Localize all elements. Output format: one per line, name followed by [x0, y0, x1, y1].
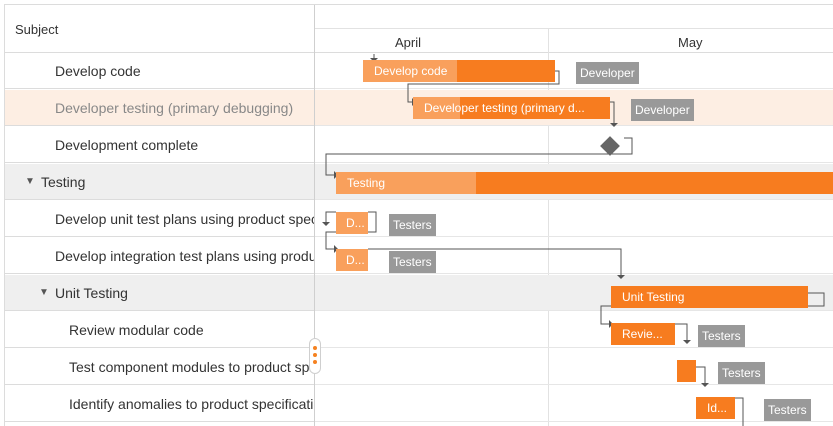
task-subject: Testing — [41, 174, 86, 190]
task-bar[interactable]: D... — [336, 212, 368, 234]
task-bar-label: D... — [346, 216, 365, 230]
task-bar[interactable] — [677, 360, 696, 382]
summary-bar[interactable]: Unit Testing — [611, 286, 808, 308]
task-bar[interactable]: Id... — [696, 397, 735, 419]
summary-row[interactable]: ▼ Unit Testing — [5, 275, 315, 311]
task-grid: Subject Develop code Developer testing (… — [5, 5, 315, 426]
gantt-widget: Subject Develop code Developer testing (… — [4, 4, 833, 426]
task-row-selected[interactable]: Developer testing (primary debugging) — [5, 90, 315, 126]
summary-row[interactable]: ▼ Testing — [5, 164, 315, 200]
task-row[interactable]: Development complete — [5, 127, 315, 163]
resource-label: Developer — [631, 99, 694, 121]
task-bar-label: Develop code — [374, 64, 448, 78]
grid-header: Subject — [5, 5, 315, 53]
task-subject: Test component modules to product specif… — [69, 359, 315, 375]
resource-label: Developer — [576, 62, 639, 84]
task-bar-label: Testing — [347, 176, 386, 190]
resource-label: Testers — [389, 214, 436, 236]
task-subject: Develop code — [55, 63, 141, 79]
task-bar[interactable]: Develop code — [363, 60, 555, 82]
gantt-chart-area: April May Develop code Developer Develop… — [315, 5, 833, 426]
task-subject: Identify anomalies to product specificat… — [69, 396, 315, 412]
task-row[interactable]: Review modular code — [5, 312, 315, 348]
summary-bar[interactable]: Testing — [336, 172, 833, 194]
resource-label: Testers — [698, 325, 745, 347]
task-bar[interactable]: D... — [336, 249, 368, 271]
caret-down-icon[interactable]: ▼ — [39, 287, 49, 298]
task-bar-label: Revie... — [622, 327, 663, 341]
task-row[interactable]: Develop unit test plans using product sp… — [5, 201, 315, 237]
task-row[interactable]: Identify anomalies to product specificat… — [5, 386, 315, 422]
task-subject: Develop integration test plans using pro… — [55, 248, 315, 264]
task-subject: Unit Testing — [55, 285, 128, 301]
task-bar-label: D... — [346, 253, 365, 267]
task-row[interactable]: Develop code — [5, 53, 315, 89]
task-subject: Review modular code — [69, 322, 204, 338]
task-subject: Development complete — [55, 137, 199, 153]
resource-label: Testers — [764, 399, 811, 421]
task-bar-label: Developer testing (primary d... — [424, 101, 585, 115]
task-row[interactable]: Develop integration test plans using pro… — [5, 238, 315, 274]
task-bar-label: Id... — [707, 401, 728, 415]
subject-column-header[interactable]: Subject — [15, 22, 58, 37]
task-subject: Develop unit test plans using product sp… — [55, 211, 315, 227]
task-subject: Developer testing (primary debugging) — [55, 100, 294, 116]
resource-label: Testers — [718, 362, 765, 384]
resource-label: Testers — [389, 251, 436, 273]
task-bar[interactable]: Developer testing (primary d... — [413, 97, 610, 119]
task-bar-label: Unit Testing — [622, 290, 685, 304]
caret-down-icon[interactable]: ▼ — [25, 176, 35, 187]
splitter-handle-icon[interactable] — [309, 338, 321, 374]
task-bar[interactable]: Revie... — [611, 323, 675, 345]
task-row[interactable]: Test component modules to product specif… — [5, 349, 315, 385]
